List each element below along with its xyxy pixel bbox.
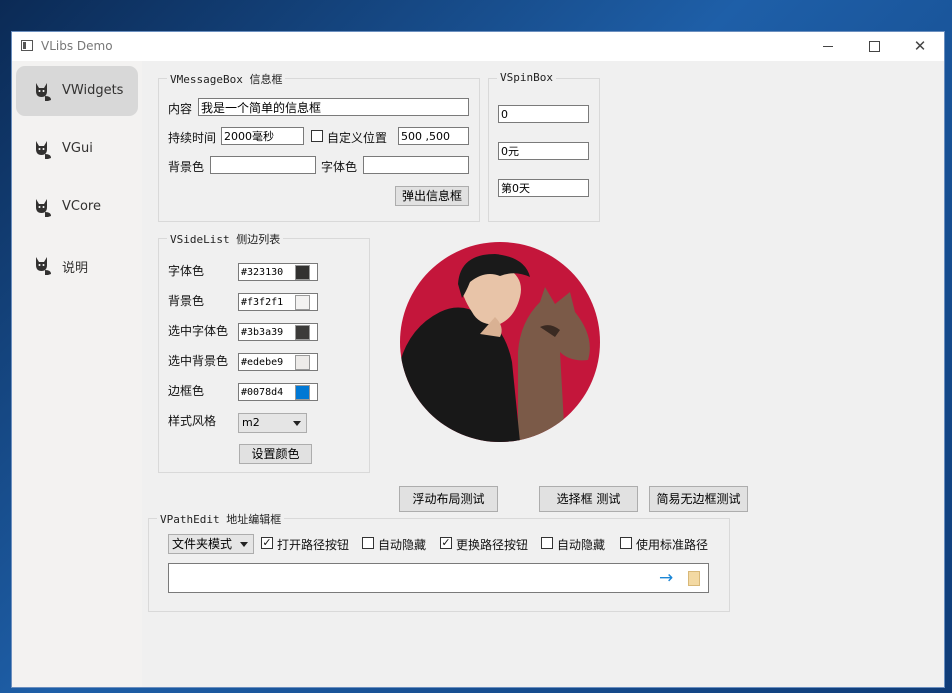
font-color-label: 字体色 (321, 160, 358, 174)
sidebar-item-vcore[interactable]: VCore (16, 182, 138, 232)
color-swatch[interactable] (295, 295, 310, 310)
minimize-icon (823, 46, 833, 47)
position-input[interactable]: 500 ,500 (398, 127, 469, 145)
float-layout-test-button[interactable]: 浮动布局测试 (399, 486, 498, 512)
bg-color-input[interactable] (210, 156, 316, 174)
sidebar: VWidgets VGui VCore 说明 (12, 61, 142, 687)
main-content: VMessageBox 信息框 内容 我是一个简单的信息框 持续时间 2000毫… (142, 61, 944, 687)
sidebar-item-label: 说明 (62, 261, 89, 276)
bg-color-input[interactable]: #f3f2f1 (238, 293, 318, 311)
selected-font-color-label: 选中字体色 (168, 324, 229, 338)
mode-select[interactable]: 文件夹模式 (168, 534, 254, 554)
popup-message-button[interactable]: 弹出信息框 (395, 186, 469, 206)
selected-bg-color-label: 选中背景色 (168, 354, 229, 368)
color-hex: #323130 (241, 267, 284, 278)
style-select[interactable]: m2 (238, 413, 307, 433)
duration-input[interactable]: 2000毫秒 (221, 127, 304, 145)
spinbox-day[interactable]: 第0天 (498, 179, 589, 197)
arrow-right-icon[interactable]: → (659, 568, 673, 588)
change-path-button-label: 更换路径按钮 (456, 538, 529, 552)
sidebar-item-readme[interactable]: 说明 (16, 240, 138, 290)
window-title: VLibs Demo (41, 39, 113, 53)
selected-font-color-input[interactable]: #3b3a39 (238, 323, 318, 341)
cat-icon (36, 141, 51, 159)
path-edit-group: VPathEdit 地址编辑框 文件夹模式 ✓ 打开路径按钮 自动隐藏 ✓ 更换… (148, 511, 730, 612)
custom-position-checkbox[interactable] (311, 130, 323, 142)
content-input[interactable]: 我是一个简单的信息框 (198, 98, 469, 116)
style-value: m2 (242, 416, 260, 429)
custom-position-label: 自定义位置 (327, 131, 388, 145)
cat-icon (36, 83, 51, 101)
sidebar-item-vgui[interactable]: VGui (16, 124, 138, 174)
spinbox-plain[interactable]: 0 (498, 105, 589, 123)
selected-bg-color-input[interactable]: #edebe9 (238, 353, 318, 371)
chevron-down-icon (240, 542, 248, 547)
mode-value: 文件夹模式 (172, 537, 233, 551)
auto-hide-label: 自动隐藏 (378, 538, 427, 552)
font-color-input[interactable]: #323130 (238, 263, 318, 281)
use-standard-path-checkbox[interactable] (620, 537, 632, 549)
sidebar-item-label: VWidgets (62, 83, 124, 98)
close-button[interactable]: ✕ (897, 32, 943, 61)
open-path-button-checkbox[interactable]: ✓ (261, 537, 273, 549)
color-swatch[interactable] (295, 385, 310, 400)
duration-label: 持续时间 (168, 131, 217, 145)
auto-hide-checkbox[interactable] (362, 537, 374, 549)
border-color-label: 边框色 (168, 384, 205, 398)
color-hex: #0078d4 (241, 387, 284, 398)
set-color-button[interactable]: 设置颜色 (239, 444, 312, 464)
color-hex: #edebe9 (241, 357, 284, 368)
font-color-label: 字体色 (168, 264, 205, 278)
minimize-button[interactable] (805, 32, 851, 61)
sidebar-item-vwidgets[interactable]: VWidgets (16, 66, 138, 116)
group-title: VMessageBox 信息框 (167, 71, 286, 87)
sidebar-item-label: VCore (62, 199, 101, 214)
close-icon: ✕ (913, 37, 927, 55)
bg-color-label: 背景色 (168, 160, 205, 174)
cat-icon (36, 257, 51, 275)
auto-hide-label: 自动隐藏 (557, 538, 606, 552)
color-hex: #f3f2f1 (241, 297, 284, 308)
color-swatch[interactable] (295, 325, 310, 340)
bg-color-label: 背景色 (168, 294, 205, 308)
color-swatch[interactable] (295, 265, 310, 280)
color-hex: #3b3a39 (241, 327, 284, 338)
select-box-test-button[interactable]: 选择框 测试 (539, 486, 638, 512)
change-path-button-checkbox[interactable]: ✓ (440, 537, 452, 549)
path-input[interactable]: → (168, 563, 709, 593)
use-standard-path-label: 使用标准路径 (636, 538, 709, 552)
group-title: VSideList 侧边列表 (167, 231, 284, 247)
maximize-icon (868, 41, 880, 52)
group-title: VPathEdit 地址编辑框 (157, 511, 285, 527)
auto-hide-checkbox[interactable] (541, 537, 553, 549)
app-window: VLibs Demo ✕ VWidgets VGui VCore 说明 VMes… (12, 32, 944, 687)
title-bar[interactable]: VLibs Demo ✕ (12, 32, 944, 61)
maximize-button[interactable] (851, 32, 897, 61)
font-color-input[interactable] (363, 156, 469, 174)
folder-icon[interactable] (688, 571, 700, 586)
avatar-illustration (400, 242, 600, 442)
border-color-input[interactable]: #0078d4 (238, 383, 318, 401)
group-title: VSpinBox (497, 71, 556, 84)
spin-box-group: VSpinBox 0 0元 第0天 (488, 71, 600, 222)
sidebar-item-label: VGui (62, 141, 93, 156)
color-swatch[interactable] (295, 355, 310, 370)
spinbox-yuan[interactable]: 0元 (498, 142, 589, 160)
open-path-button-label: 打开路径按钮 (277, 538, 350, 552)
message-box-group: VMessageBox 信息框 内容 我是一个简单的信息框 持续时间 2000毫… (158, 71, 480, 222)
side-list-group: VSideList 侧边列表 字体色 #323130 背景色 #f3f2f1 选… (158, 231, 370, 473)
frameless-test-button[interactable]: 简易无边框测试 (649, 486, 748, 512)
cat-icon (36, 199, 51, 217)
content-label: 内容 (168, 102, 193, 116)
chevron-down-icon (293, 421, 301, 426)
avatar-image (400, 242, 600, 442)
style-label: 样式风格 (168, 414, 217, 428)
app-icon (21, 40, 33, 51)
